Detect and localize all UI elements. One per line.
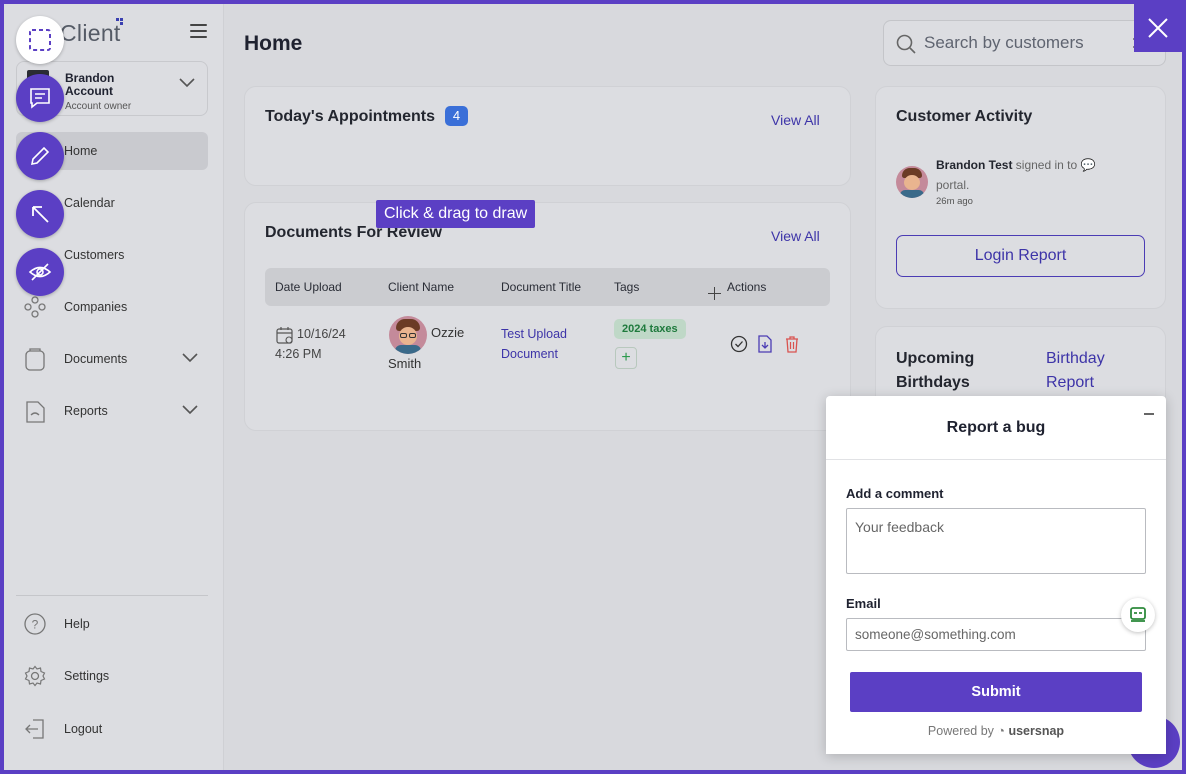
upload-time: 4:26 PM — [275, 347, 322, 361]
eye-off-icon — [28, 263, 52, 281]
documents-table-header: Date Upload Client Name Document Title T… — [265, 268, 830, 306]
add-tag-button[interactable]: + — [615, 347, 637, 369]
column-header: Tags — [614, 280, 640, 294]
arrow-icon — [32, 206, 49, 223]
sidebar-item-documents[interactable]: Documents — [16, 340, 208, 378]
appointments-view-all-link[interactable]: View All — [771, 112, 820, 128]
appointments-title: Today's Appointments — [265, 108, 436, 125]
sidebar-item-label: Logout — [64, 722, 103, 736]
draw-tool[interactable] — [16, 132, 64, 180]
draw-tooltip: Click & drag to draw — [376, 200, 536, 228]
column-header: Document Title — [501, 280, 582, 294]
select-area-tool[interactable] — [16, 16, 64, 64]
search-input[interactable] — [924, 33, 1124, 53]
blur-tool[interactable] — [16, 248, 64, 296]
sidebar-item-label: Documents — [64, 352, 128, 366]
avatar — [389, 316, 427, 354]
account-name: Brandon Account — [65, 71, 115, 98]
documents-card: Documents For Review View All Date Uploa… — [244, 202, 851, 431]
arrow-tool[interactable] — [16, 190, 64, 238]
menu-toggle-icon[interactable] — [190, 24, 207, 38]
client-last-name: Smith — [388, 356, 422, 371]
account-role: Account owner — [65, 101, 132, 112]
search-bar — [883, 20, 1166, 66]
logo-mark-icon — [116, 18, 124, 28]
sidebar-item-help[interactable]: ? Help — [16, 605, 208, 643]
comment-tool[interactable] — [16, 74, 64, 122]
screen-capture-button[interactable] — [1121, 598, 1155, 632]
email-field[interactable] — [846, 618, 1146, 651]
sidebar-item-label: Home — [64, 144, 98, 158]
reports-icon — [26, 401, 45, 423]
sidebar-item-label: Calendar — [64, 196, 115, 210]
svg-text:?: ? — [32, 618, 39, 632]
sidebar-divider — [16, 595, 208, 596]
activity-target: portal. — [936, 178, 970, 192]
sidebar-item-label: Settings — [64, 669, 110, 683]
submit-button[interactable]: Submit — [850, 672, 1142, 712]
select-area-icon — [29, 29, 51, 51]
activity-user: Brandon Test — [936, 158, 1013, 172]
tag-badge: 2024 taxes — [614, 319, 686, 339]
page-title: Home — [244, 32, 303, 55]
minimize-icon[interactable] — [1142, 406, 1156, 420]
birthdays-title: Upcoming Birthdays — [896, 350, 975, 391]
document-title-link[interactable]: Test Upload — [501, 324, 567, 344]
sidebar-item-settings[interactable]: Settings — [16, 657, 208, 695]
chevron-down-icon — [182, 405, 198, 415]
search-icon — [896, 34, 916, 54]
capture-icon — [1130, 607, 1146, 622]
activity-entry: Brandon Test signed in to 💬 portal. — [936, 155, 1136, 195]
column-header: Actions — [727, 280, 767, 294]
documents-view-all-link[interactable]: View All — [771, 228, 820, 244]
comment-label: Add a comment — [846, 486, 944, 501]
usersnap-logo-icon: ◔ — [997, 724, 1005, 738]
trash-icon[interactable] — [782, 334, 802, 354]
sidebar-item-reports[interactable]: Reports — [16, 392, 208, 430]
app-frame: Client Brandon Account Account owner Hom… — [4, 4, 1182, 770]
document-title-link[interactable]: Document — [501, 344, 558, 364]
activity-action: signed in to — [1015, 158, 1078, 172]
activity-title: Customer Activity — [896, 108, 1033, 125]
close-icon — [1148, 18, 1168, 38]
sidebar-item-label: Help — [64, 617, 90, 631]
chevron-down-icon — [179, 78, 195, 88]
sidebar-item-label: Customers — [64, 248, 125, 262]
email-label: Email — [846, 596, 881, 611]
download-icon[interactable] — [755, 334, 775, 354]
approve-icon[interactable] — [729, 334, 749, 354]
sidebar-item-label: Companies — [64, 300, 128, 314]
report-bug-dialog: Report a bug Add a comment Email Submit … — [826, 396, 1166, 754]
chevron-down-icon — [182, 353, 198, 363]
client-first-name: Ozzie — [431, 325, 465, 340]
column-header: Date Upload — [275, 280, 342, 294]
feedback-textarea[interactable] — [846, 508, 1146, 574]
pencil-icon — [30, 146, 50, 166]
companies-icon — [24, 296, 46, 318]
upload-date: 10/16/24 — [297, 327, 346, 341]
powered-by: Powered by ◔ usersnap — [927, 724, 1065, 738]
logout-icon — [25, 719, 44, 739]
sidebar-item-logout[interactable]: Logout — [16, 710, 208, 748]
appointments-count-badge: 4 — [445, 106, 468, 126]
login-report-button[interactable]: Login Report — [896, 235, 1145, 277]
column-header: Client Name — [388, 280, 455, 294]
avatar — [896, 166, 928, 198]
crosshair-cursor-icon — [708, 287, 721, 300]
dialog-title: Report a bug — [946, 419, 1046, 436]
comment-icon — [30, 88, 50, 109]
gear-icon — [24, 665, 46, 687]
dialog-header: Report a bug — [826, 396, 1166, 460]
birthday-report-link[interactable]: Birthday Report — [1046, 347, 1105, 395]
chat-bubble-icon: 💬 — [1080, 158, 1096, 172]
help-icon: ? — [24, 613, 46, 635]
sidebar-item-label: Reports — [64, 404, 108, 418]
activity-time: 26m ago — [936, 196, 973, 207]
logo: Client — [60, 20, 121, 46]
calendar-clock-icon — [276, 327, 293, 344]
appointments-card: Today's Appointments 4 View All — [244, 86, 851, 186]
close-button[interactable] — [1134, 4, 1182, 52]
documents-icon — [25, 348, 45, 371]
